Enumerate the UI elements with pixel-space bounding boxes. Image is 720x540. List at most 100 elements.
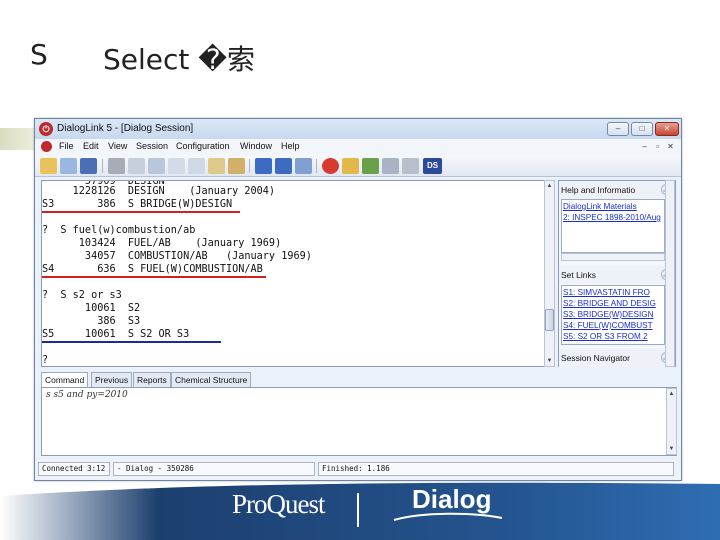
output-line: ? S fuel(w)combustion/ab [42, 225, 196, 236]
output-line: 1228126 DESIGN (January 2004) [42, 186, 276, 197]
session-navigator-title: Session Navigator [561, 353, 630, 363]
help-panel-title: Help and Informatio [561, 185, 636, 195]
windows-icon[interactable] [295, 158, 312, 174]
toolbar-separator [316, 159, 317, 173]
help-panel-header[interactable]: Help and Informatio ︽ [559, 181, 675, 199]
tab-reports[interactable]: Reports [133, 372, 171, 388]
status-connected: Connected 3:12 [38, 462, 110, 476]
set-links-header[interactable]: Set Links ︽ [559, 266, 675, 284]
slide-title: Select �索 [103, 43, 255, 76]
print-preview-icon[interactable] [128, 158, 145, 174]
menu-session[interactable]: Session [136, 141, 168, 151]
key-icon[interactable] [362, 158, 379, 174]
highlight-underline-s4 [42, 276, 266, 278]
command-tabs: Command Previous Reports Chemical Struct… [41, 372, 677, 389]
menu-edit[interactable]: Edit [83, 141, 99, 151]
output-line: ? S s2 or s3 [42, 290, 122, 301]
session-output[interactable]: 57909 DESIGN 1228126 DESIGN (January 200… [41, 180, 546, 367]
output-line: S5 10061 S S2 OR S3 [42, 329, 190, 340]
mdi-minimize-button[interactable]: – [639, 141, 650, 152]
open-folder-icon[interactable] [40, 158, 57, 174]
side-panel-scrollbar[interactable] [665, 180, 675, 367]
status-bar: Connected 3:12 - Dialog - 350286 Finishe… [35, 459, 681, 480]
menu-view[interactable]: View [108, 141, 127, 151]
cart-icon[interactable] [402, 158, 419, 174]
minimize-button[interactable]: – [607, 122, 629, 136]
undo-icon[interactable] [255, 158, 272, 174]
side-panel: Help and Informatio ︽ DialogLink Materia… [558, 180, 676, 367]
redo-icon[interactable] [275, 158, 292, 174]
help-link-inspec[interactable]: 2: INSPEC 1898-2010/Aug [563, 212, 661, 223]
tab-previous[interactable]: Previous [91, 372, 133, 388]
accent-bar [0, 128, 36, 150]
menu-bar: File Edit View Session Configuration Win… [35, 139, 681, 155]
menu-configuration[interactable]: Configuration [176, 141, 230, 151]
lock-icon[interactable] [342, 158, 359, 174]
status-finished: Finished: 1.186 [318, 462, 674, 476]
session-navigator-header[interactable]: Session Navigator ︽ [559, 349, 675, 367]
set-link-s1[interactable]: S1: SIMVASTATIN FRO [563, 287, 650, 298]
help-links-list: DialogLink Materials 2: INSPEC 1898-2010… [561, 199, 665, 253]
toolbar: DS [35, 155, 681, 177]
app-icon: ⏻ [39, 122, 53, 136]
highlight-underline-s3 [42, 211, 240, 213]
stop-icon[interactable] [322, 158, 339, 174]
title-bar[interactable]: ⏻ DialogLink 5 - [Dialog Session] – □ ✕ [35, 119, 681, 139]
dialoglink-window: ⏻ DialogLink 5 - [Dialog Session] – □ ✕ … [34, 118, 682, 481]
set-link-s4[interactable]: S4: FUEL(W)COMBUST [563, 320, 653, 331]
cut-icon[interactable] [168, 158, 185, 174]
slide: S Select �索 ⏻ DialogLink 5 - [Dialog Ses… [0, 0, 720, 540]
edit-icon[interactable] [60, 158, 77, 174]
help-link-materials[interactable]: DialogLink Materials [563, 201, 637, 212]
mdi-close-button[interactable]: ✕ [665, 141, 676, 152]
highlight-underline-s5 [42, 341, 221, 343]
scroll-up-arrow-icon[interactable]: ▲ [667, 389, 676, 399]
output-line: 10061 S2 [42, 303, 141, 314]
scroll-up-arrow-icon[interactable]: ▲ [545, 181, 554, 191]
save-icon[interactable] [80, 158, 97, 174]
output-line: 103424 FUEL/AB (January 1969) [42, 238, 282, 249]
toolbar-separator [102, 159, 103, 173]
dialog-logo: Dialog [412, 484, 492, 514]
status-session: - Dialog - 350286 [113, 462, 315, 476]
output-scrollbar[interactable]: ▲ ▼ [544, 180, 555, 367]
output-line: 386 S3 [42, 316, 141, 327]
output-line: 34057 COMBUSTION/AB (January 1969) [42, 251, 312, 262]
slide-letter: S [30, 38, 48, 71]
flashlight-icon[interactable] [228, 158, 245, 174]
close-button[interactable]: ✕ [655, 122, 679, 136]
ds-icon[interactable]: DS [423, 158, 442, 174]
mdi-restore-button[interactable]: ▫ [652, 141, 663, 152]
menu-file[interactable]: File [59, 141, 74, 151]
output-line: S4 636 S FUEL(W)COMBUSTION/AB [42, 264, 263, 275]
maximize-button[interactable]: □ [631, 122, 653, 136]
set-link-s3[interactable]: S3: BRIDGE(W)DESIGN [563, 309, 654, 320]
proquest-logo: ProQuest [232, 489, 325, 519]
find-icon[interactable] [148, 158, 165, 174]
set-links-title: Set Links [561, 270, 596, 280]
scroll-thumb[interactable] [545, 309, 554, 331]
window-title: DialogLink 5 - [Dialog Session] [57, 123, 194, 134]
menu-help[interactable]: Help [281, 141, 300, 151]
command-text: s s5 and py=2010 [46, 390, 128, 400]
command-scrollbar[interactable]: ▲ ▼ [666, 388, 677, 455]
dialog-swoosh-icon [393, 512, 503, 521]
copy-icon[interactable] [188, 158, 205, 174]
toolbar-separator [249, 159, 250, 173]
scroll-down-arrow-icon[interactable]: ▼ [545, 356, 554, 366]
tab-chemical-structure[interactable]: Chemical Structure [171, 372, 252, 388]
help-hscroll[interactable] [561, 253, 665, 261]
print-icon[interactable] [108, 158, 125, 174]
document-icon[interactable] [41, 141, 52, 152]
menu-window[interactable]: Window [240, 141, 272, 151]
set-link-s2[interactable]: S2: BRIDGE AND DESIG [563, 298, 656, 309]
mail-icon[interactable] [382, 158, 399, 174]
scroll-down-arrow-icon[interactable]: ▼ [667, 444, 676, 454]
footer-band [0, 482, 720, 540]
command-input[interactable]: s s5 and py=2010 ▲ ▼ [41, 387, 677, 456]
set-links-list: S1: SIMVASTATIN FRO S2: BRIDGE AND DESIG… [561, 285, 665, 345]
set-link-s5[interactable]: S5: S2 OR S3 FROM 2 [563, 331, 648, 342]
paste-icon[interactable] [208, 158, 225, 174]
logo-divider [357, 493, 359, 527]
output-line: ? [42, 355, 49, 366]
